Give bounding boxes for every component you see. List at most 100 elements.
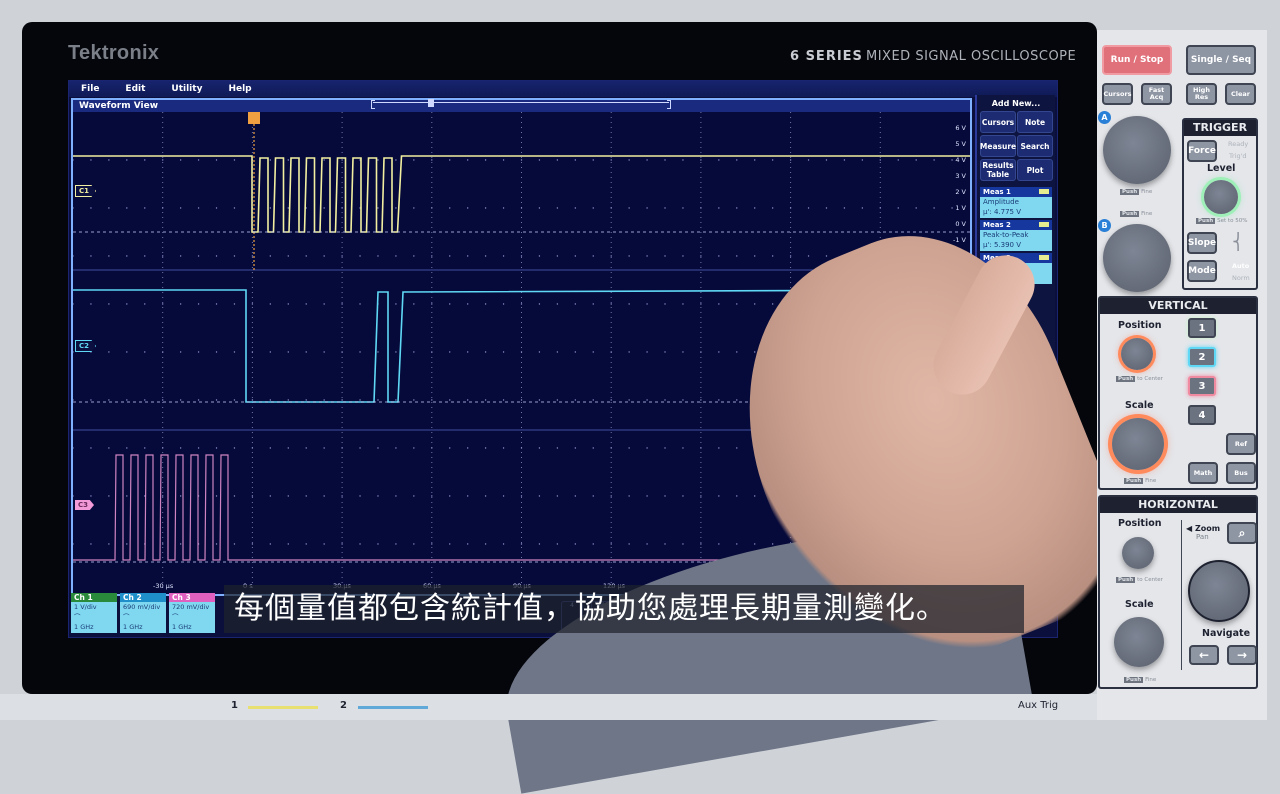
- grid-dot: [646, 543, 648, 545]
- grid-dot: [126, 207, 128, 209]
- bus-button[interactable]: Bus: [1226, 462, 1256, 484]
- vertical-scale-knob[interactable]: [1112, 418, 1164, 470]
- grid-dot: [377, 495, 379, 497]
- ch3-badge[interactable]: Ch 3 720 mV/div ⌒ 1 GHz: [169, 593, 215, 633]
- meas1-badge[interactable]: Meas 1 Amplitude µ': 4.775 V: [980, 187, 1052, 218]
- zoom-magnifier-button[interactable]: ⌕: [1227, 522, 1257, 544]
- trigger-level-knob[interactable]: [1204, 180, 1238, 214]
- grid-dot: [269, 351, 272, 353]
- grid-dot: [556, 543, 559, 545]
- grid-dot: [179, 399, 182, 401]
- menu-edit[interactable]: Edit: [125, 84, 145, 94]
- math-button[interactable]: Math: [1188, 462, 1218, 484]
- grid-dot: [592, 447, 594, 449]
- grid-dot: [73, 255, 74, 257]
- add-search-button[interactable]: Search: [1017, 135, 1053, 157]
- trigger-title: TRIGGER: [1184, 120, 1256, 136]
- grid-dot: [807, 159, 810, 161]
- menu-utility[interactable]: Utility: [171, 84, 202, 94]
- grid-dot: [466, 447, 469, 449]
- high-res-button[interactable]: High Res: [1186, 83, 1217, 105]
- grid-dot: [251, 543, 254, 545]
- grid-dot: [664, 447, 666, 449]
- navigate-left-button[interactable]: ←: [1189, 645, 1219, 665]
- grid-dot: [682, 447, 684, 449]
- add-results-table-button[interactable]: Results Table: [980, 159, 1016, 181]
- navigate-right-button[interactable]: →: [1227, 645, 1257, 665]
- multipurpose-knob-a[interactable]: [1103, 116, 1171, 184]
- grid-dot: [538, 351, 541, 353]
- y-tick-label: 1 V: [955, 204, 966, 212]
- grid-dot: [664, 399, 666, 401]
- grid-dot: [538, 495, 541, 497]
- trigger-trigd-indicator: Trig'd: [1229, 152, 1247, 160]
- grid-dot: [556, 207, 559, 209]
- grid-dot: [915, 159, 917, 161]
- ch1-badge[interactable]: Ch 1 1 V/div ⌒ 1 GHz: [71, 593, 117, 633]
- grid-dot: [449, 207, 451, 209]
- multipurpose-knob-b[interactable]: [1103, 224, 1171, 292]
- ch2-badge[interactable]: Ch 2 690 mV/div ⌒ 1 GHz: [120, 593, 166, 633]
- ref-button[interactable]: Ref: [1226, 433, 1256, 455]
- channel-1-button[interactable]: 1: [1188, 318, 1216, 338]
- grid-dot: [825, 255, 828, 257]
- grid-dot: [520, 255, 523, 257]
- grid-dot: [197, 207, 200, 209]
- zoom-pan-knob[interactable]: [1188, 560, 1250, 622]
- grid-dot: [449, 447, 451, 449]
- grid-dot: [162, 303, 164, 305]
- clear-button[interactable]: Clear: [1225, 83, 1256, 105]
- grid-dot: [144, 159, 146, 161]
- zoom-overview-bar[interactable]: [371, 99, 671, 109]
- grid-dot: [664, 543, 666, 545]
- grid-dot: [413, 495, 415, 497]
- grid-dot: [377, 399, 379, 401]
- zoom-handle[interactable]: [428, 99, 434, 107]
- y-tick-label: 5 V: [955, 140, 966, 148]
- grid-dot: [718, 447, 720, 449]
- menu-help[interactable]: Help: [228, 84, 251, 94]
- vertical-position-knob[interactable]: [1121, 338, 1153, 370]
- grid-dot: [126, 495, 128, 497]
- grid-dot: [502, 447, 505, 449]
- grid-dot: [682, 255, 684, 257]
- channel-3-button[interactable]: 3: [1188, 376, 1216, 396]
- grid-dot: [610, 207, 612, 209]
- add-note-button[interactable]: Note: [1017, 111, 1053, 133]
- meas2-badge[interactable]: Meas 2 Peak-to-Peak µ': 5.390 V: [980, 220, 1052, 251]
- grid-dot: [251, 255, 254, 257]
- single-seq-button[interactable]: Single / Seq: [1186, 45, 1256, 75]
- horizontal-position-knob[interactable]: [1122, 537, 1154, 569]
- grid-dot: [162, 543, 164, 545]
- horizontal-scale-knob[interactable]: [1114, 617, 1164, 667]
- grid-dot: [700, 207, 702, 209]
- grid-dot: [90, 303, 92, 305]
- channel-4-button[interactable]: 4: [1188, 405, 1216, 425]
- add-plot-button[interactable]: Plot: [1017, 159, 1053, 181]
- fast-acq-button[interactable]: Fast Acq: [1141, 83, 1172, 105]
- ch1-badge-title: Ch 1: [71, 593, 117, 602]
- grid-dot: [825, 159, 828, 161]
- mode-button[interactable]: Mode: [1187, 260, 1217, 282]
- grid-dot: [754, 543, 756, 545]
- grid-dot: [73, 351, 74, 353]
- grid-dot: [628, 495, 630, 497]
- cursors-button[interactable]: Cursors: [1102, 83, 1133, 105]
- channel-2-button[interactable]: 2: [1188, 347, 1216, 367]
- grid-dot: [377, 255, 379, 257]
- menu-file[interactable]: File: [81, 84, 99, 94]
- slope-button[interactable]: Slope: [1187, 232, 1217, 254]
- force-trigger-button[interactable]: Force: [1187, 140, 1217, 162]
- trigger-ready-indicator: Ready: [1228, 140, 1249, 148]
- add-cursors-button[interactable]: Cursors: [980, 111, 1016, 133]
- grid-dot: [736, 447, 738, 449]
- grid-dot: [179, 207, 182, 209]
- grid-dot: [395, 303, 397, 305]
- grid-dot: [951, 159, 953, 161]
- grid-dot: [520, 351, 523, 353]
- grid-dot: [395, 447, 397, 449]
- run-stop-button[interactable]: Run / Stop: [1102, 45, 1172, 75]
- grid-dot: [305, 447, 307, 449]
- add-measure-button[interactable]: Measure: [980, 135, 1016, 157]
- grid-dot: [395, 495, 397, 497]
